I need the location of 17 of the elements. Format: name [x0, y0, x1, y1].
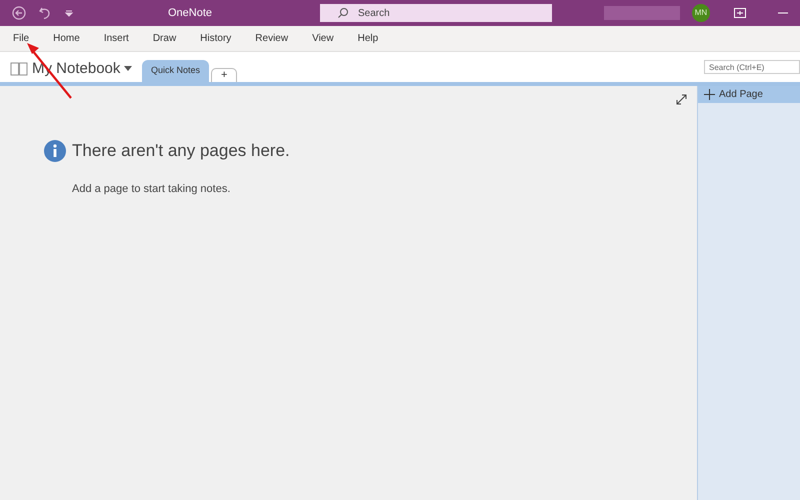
search-field[interactable]: Search [320, 4, 552, 22]
section-tab[interactable]: Quick Notes [142, 60, 210, 82]
ribbon-tab[interactable]: Help [350, 31, 386, 46]
ribbon-tab[interactable]: File [6, 31, 36, 46]
add-page-button[interactable]: Add Page [698, 86, 800, 103]
ribbon-tab[interactable]: Home [46, 31, 87, 46]
section-tab[interactable]: + [211, 68, 238, 82]
window-title: OneNote [166, 6, 214, 20]
ribbon-tab[interactable]: Draw [146, 31, 184, 46]
page-search-field[interactable]: Search (Ctrl+E) [704, 60, 800, 74]
empty-hint: Add a page to start taking notes. [71, 182, 232, 196]
ribbon-tab[interactable]: View [305, 31, 341, 46]
ribbon-tab[interactable]: History [193, 31, 238, 46]
empty-message: There aren't any pages here. [72, 140, 290, 162]
account-avatar[interactable]: MN [692, 4, 710, 22]
ribbon-tab[interactable]: Review [248, 31, 296, 46]
ribbon-tab[interactable]: Insert [96, 31, 136, 46]
